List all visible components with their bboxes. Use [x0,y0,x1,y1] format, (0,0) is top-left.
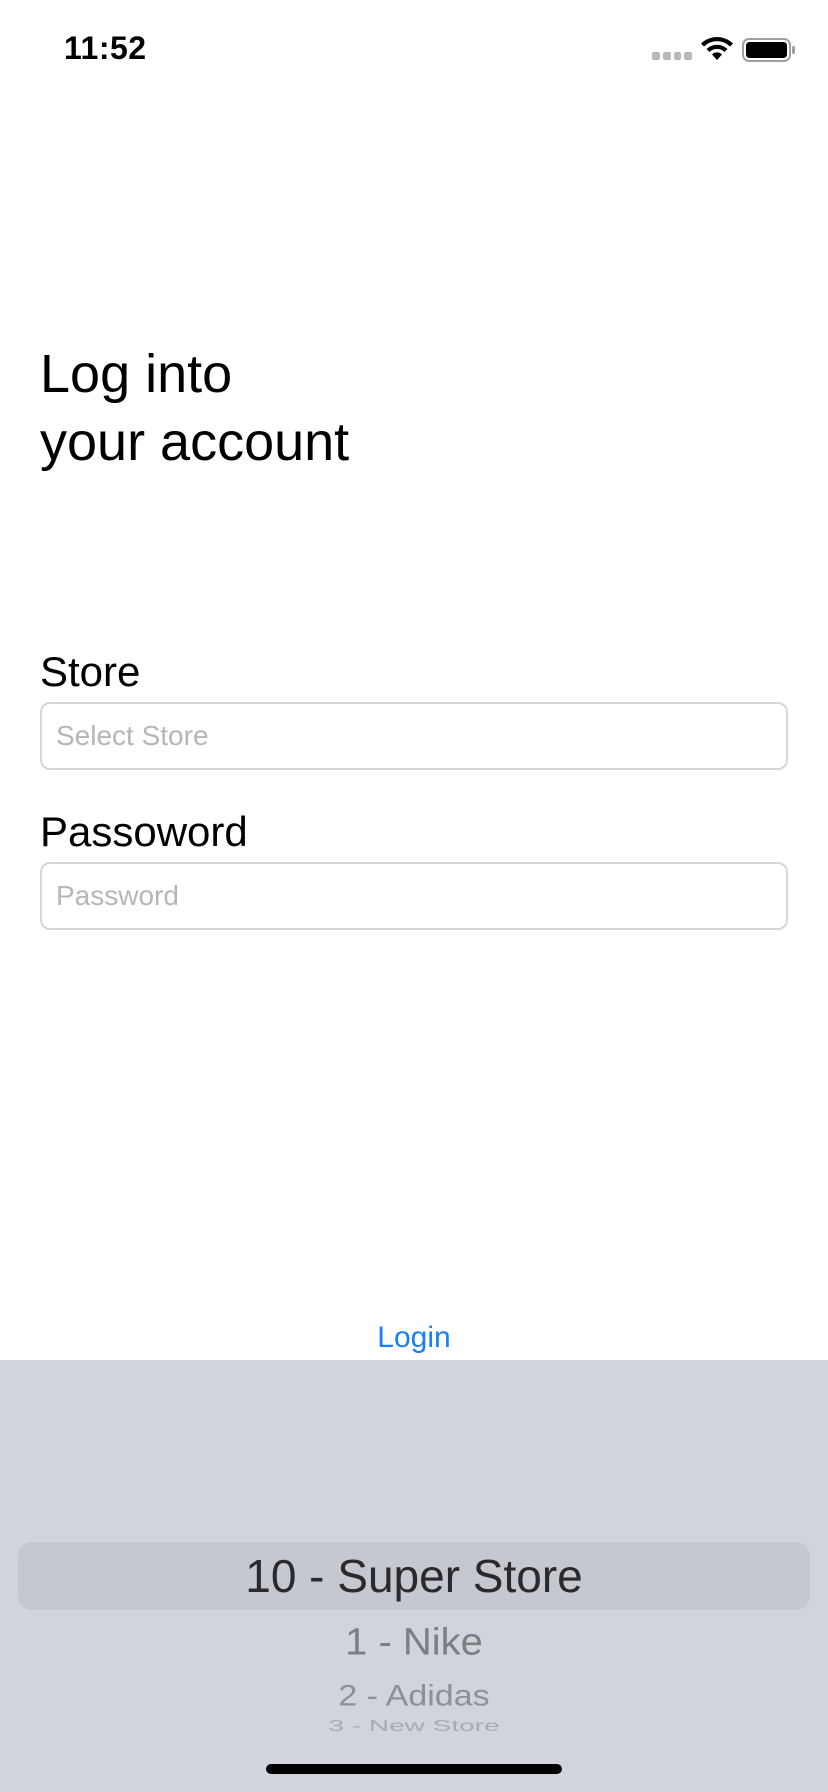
login-button[interactable]: Login [314,1312,514,1364]
wifi-icon [701,37,733,60]
password-input[interactable] [42,864,786,928]
store-field[interactable] [40,702,788,770]
store-label: Store [40,648,141,695]
home-indicator[interactable] [266,1764,562,1774]
picker-option[interactable]: 2 - Adidas [0,1677,828,1715]
password-field[interactable] [40,862,788,930]
status-bar: 11:52 [0,0,828,100]
store-input[interactable] [42,704,786,768]
picker-option-selected[interactable]: 10 - Super Store [0,1544,828,1608]
password-label: Passoword [40,808,248,855]
picker-option[interactable]: 3 - New Store [0,1718,828,1735]
battery-icon [742,38,795,62]
login-screen: 11:52 Log into your account Store Passow… [0,0,828,1792]
store-picker[interactable]: 10 - Super Store 1 - Nike 2 - Adidas 3 -… [0,1360,828,1792]
status-time: 11:52 [64,30,147,66]
cellular-signal-icon [652,52,692,62]
picker-option[interactable]: 1 - Nike [0,1617,828,1667]
page-title: Log into your account [40,344,350,472]
